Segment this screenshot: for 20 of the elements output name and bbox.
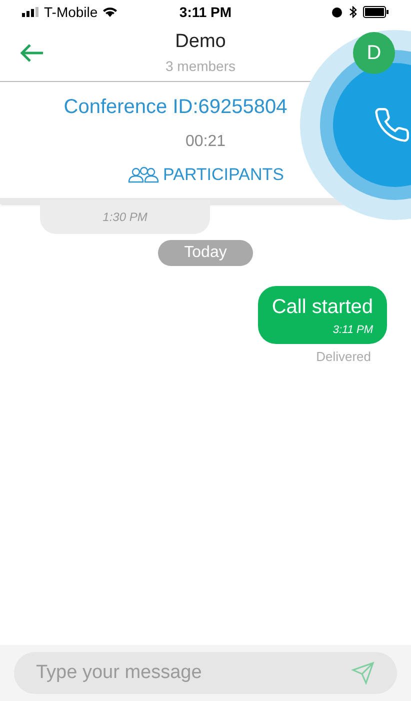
bluetooth-icon bbox=[348, 6, 357, 18]
conference-id: Conference ID:69255804 bbox=[64, 95, 288, 120]
member-count: 3 members bbox=[165, 57, 236, 76]
message-input[interactable]: Type your message bbox=[14, 652, 397, 694]
call-timer: 00:21 bbox=[185, 132, 226, 152]
phone-icon bbox=[373, 106, 411, 144]
people-icon bbox=[127, 166, 160, 183]
battery-icon bbox=[362, 6, 389, 18]
delivery-status: Delivered bbox=[316, 348, 371, 366]
carrier-name: T-Mobile bbox=[44, 2, 98, 22]
signal-icon bbox=[22, 7, 40, 17]
chat-title: Demo bbox=[175, 30, 226, 54]
message-time: 3:11 PM bbox=[332, 322, 373, 338]
participants-button[interactable]: PARTICIPANTS bbox=[127, 162, 284, 188]
send-icon[interactable] bbox=[351, 661, 375, 685]
date-separator: Today bbox=[158, 240, 253, 266]
message-time: 1:30 PM bbox=[102, 208, 148, 226]
wifi-icon bbox=[102, 6, 118, 18]
status-time: 3:11 PM bbox=[179, 2, 232, 22]
message-text: Call started bbox=[272, 294, 373, 320]
